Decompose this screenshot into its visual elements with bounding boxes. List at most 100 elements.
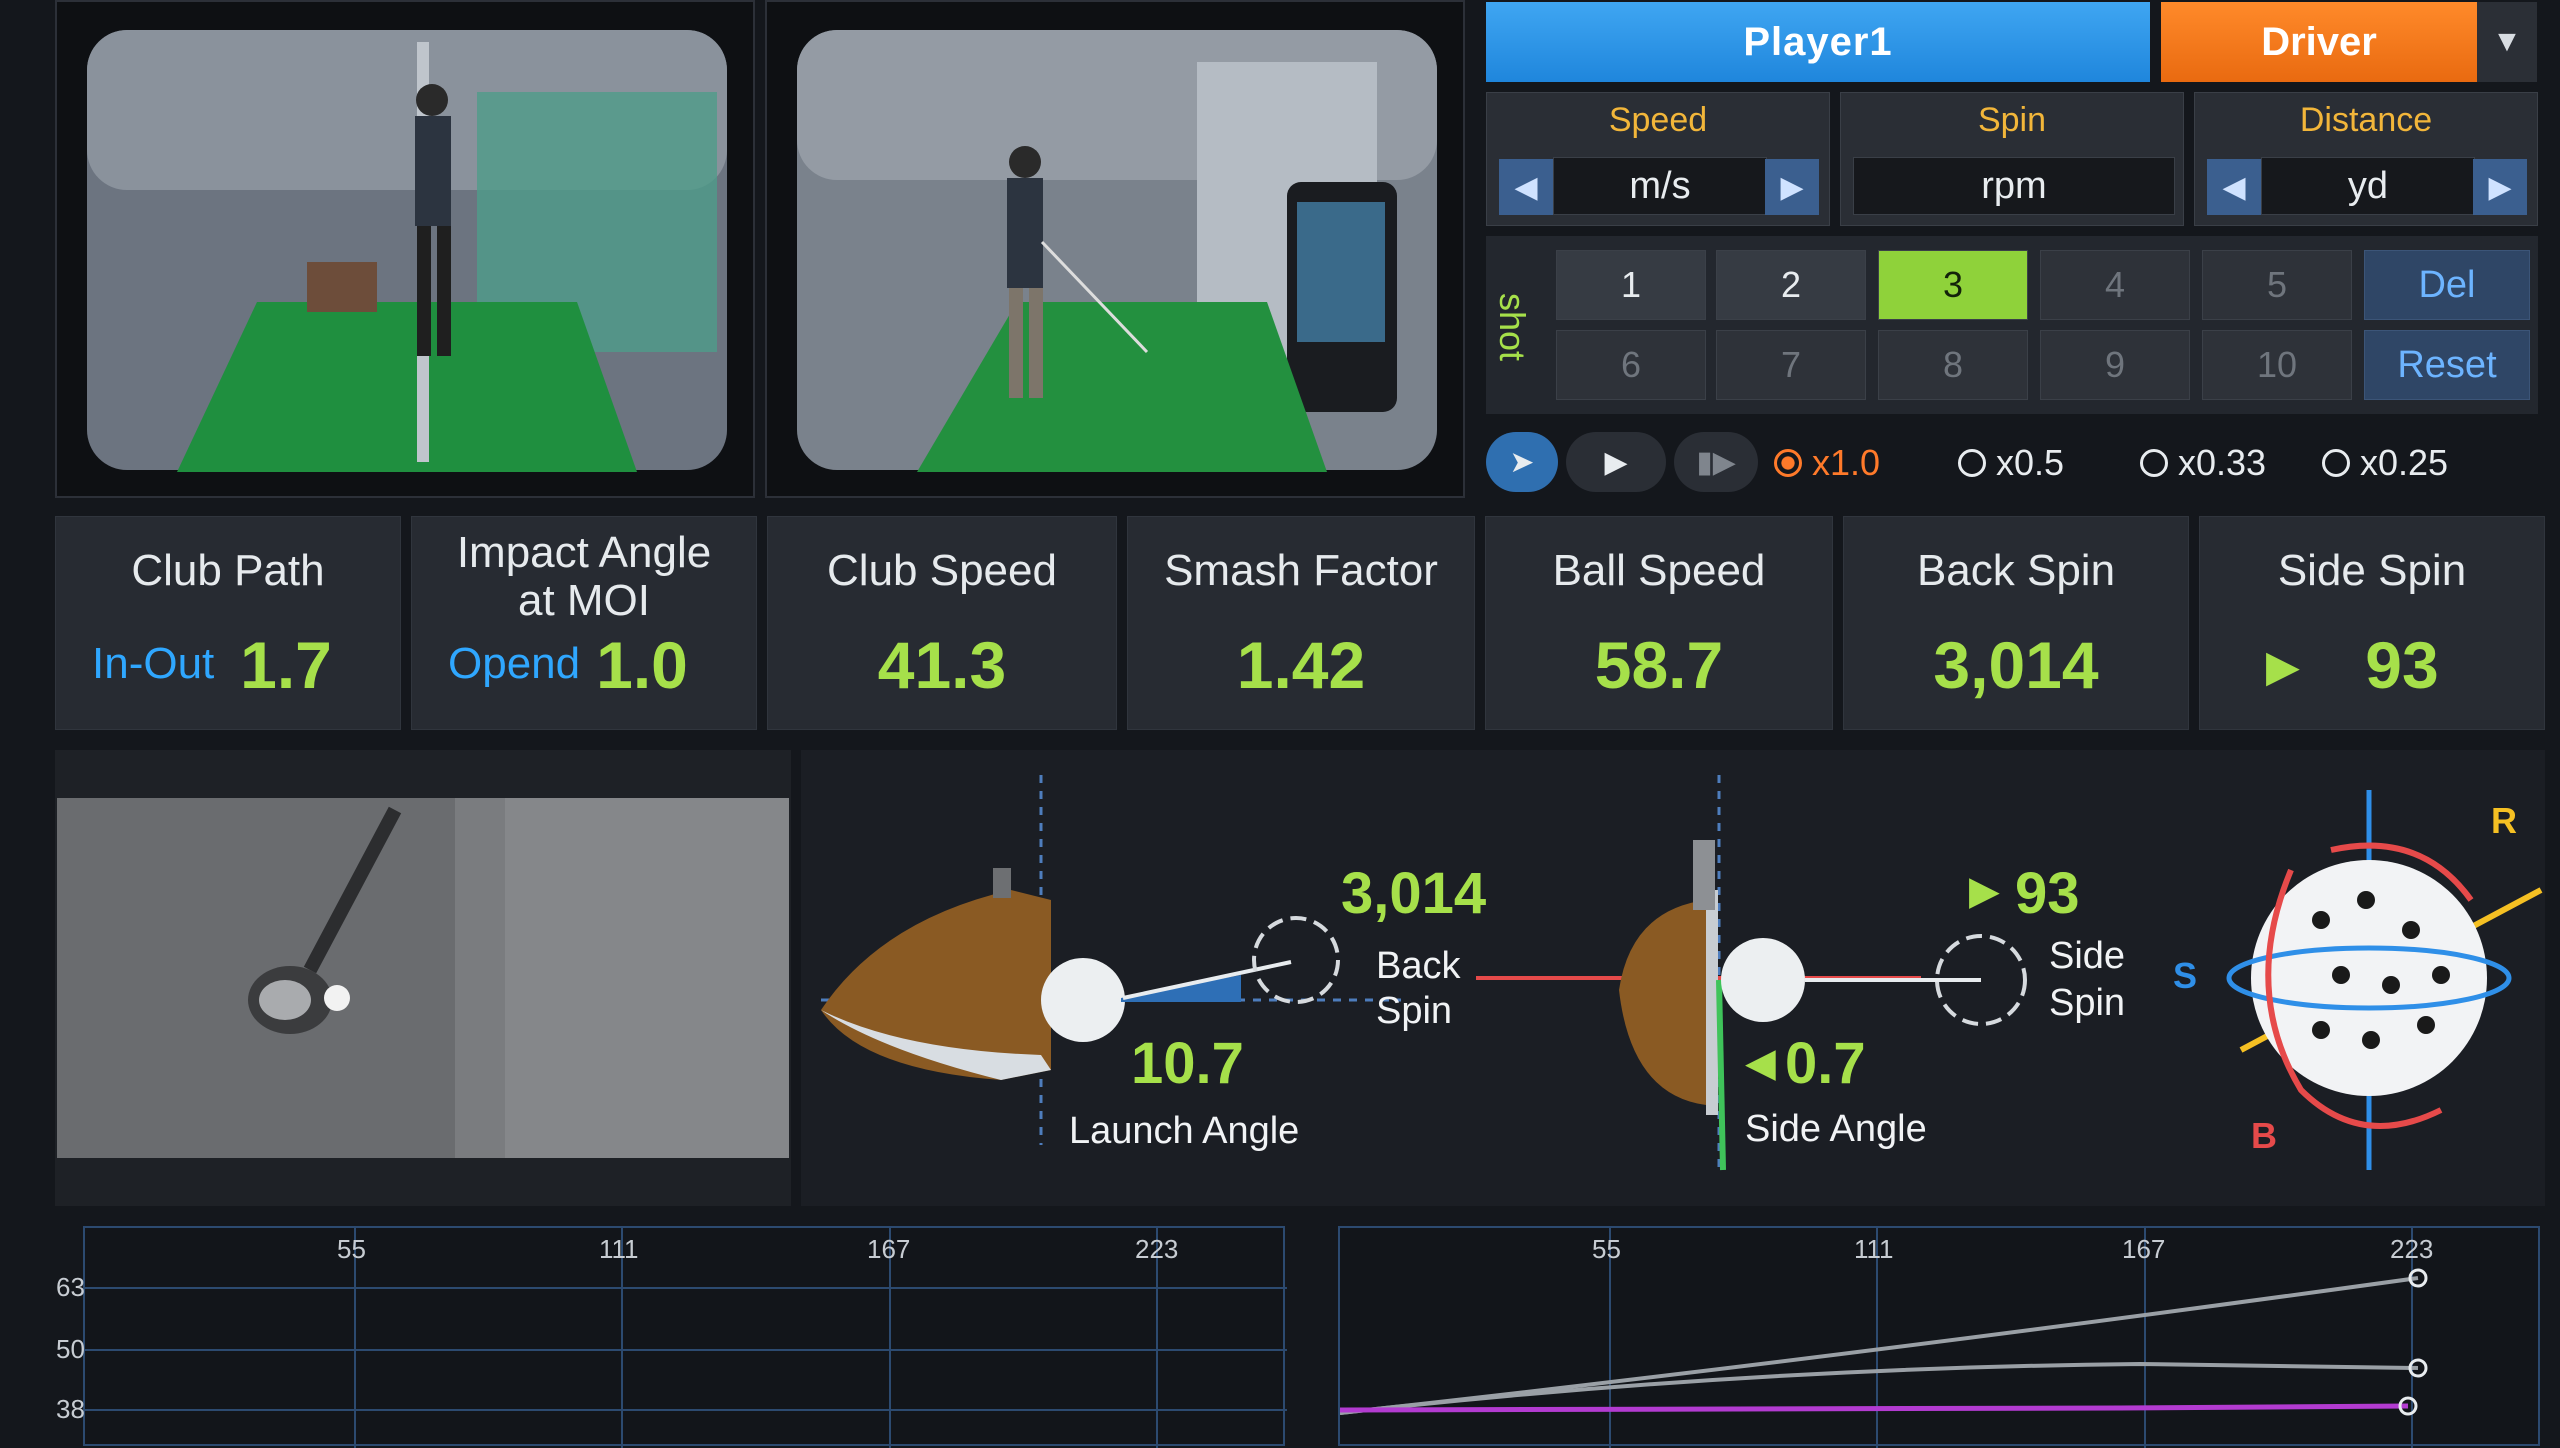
spin-axis-b-label: B (2251, 1115, 2277, 1156)
speed-option-4-label: x0.25 (2360, 442, 2449, 483)
speed-unit-title: Speed (1608, 101, 1708, 139)
speed-unit-prev-button[interactable]: ◀ (1499, 159, 1553, 215)
shot-button-10[interactable]: 10 (2202, 330, 2352, 400)
side-spin-label-line2: Spin (2049, 982, 2126, 1024)
cursor-icon: ➤ (1509, 445, 1535, 479)
metric-impact-angle: Impact Angle at MOI Opend 1.0 (411, 516, 757, 730)
metric-value: 93 (2365, 628, 2439, 702)
distance-unit-next-button[interactable]: ▶ (2473, 159, 2527, 215)
metric-side-spin: Side Spin ▶ 93 (2199, 516, 2545, 730)
camera-view-front (55, 0, 755, 498)
distance-unit-value: yd (2261, 157, 2475, 215)
play-button[interactable]: ▶ (1566, 432, 1666, 492)
metric-label: Side Spin (2277, 546, 2467, 595)
play-icon: ▶ (1604, 445, 1628, 479)
side-angle-arrow-icon: ◀ (1745, 1041, 1776, 1085)
side-angle-value: 0.7 (1785, 1031, 1866, 1096)
arrow-right-icon: ▶ (1780, 170, 1804, 204)
metric-label: Club Speed (827, 546, 1057, 595)
shot-label: shot (1492, 292, 1533, 362)
speed-option-3-label: x0.33 (2178, 442, 2267, 483)
shot-button-2[interactable]: 2 (1716, 250, 1866, 320)
metric-label: Smash Factor (1164, 546, 1438, 595)
metric-value: 3,014 (1933, 628, 2099, 702)
speed-unit-value: m/s (1553, 157, 1767, 215)
side-graph-grid (85, 1228, 1287, 1448)
spin-unit-value: rpm (1853, 157, 2175, 215)
shot-button-9[interactable]: 9 (2040, 330, 2190, 400)
camera-view-side (765, 0, 1465, 498)
shot-button-3[interactable]: 3 (1878, 250, 2028, 320)
shot-button-5[interactable]: 5 (2202, 250, 2352, 320)
speed-option-1-label: x1.0 (1812, 442, 1881, 483)
metric-club-speed: Club Speed 41.3 (767, 516, 1117, 730)
side-camera-image (767, 2, 1463, 496)
speed-option-4[interactable]: x0.25 (2322, 442, 2448, 484)
shot-selector: shot 1 2 3 4 5 Del 6 7 8 9 10 Reset (1486, 236, 2538, 414)
club-selector-button[interactable]: Driver (2161, 2, 2477, 82)
speed-option-2-label: x0.5 (1996, 442, 2065, 483)
trajectory-side-graph: 55 111 167 223 (83, 1226, 1287, 1448)
radio-icon (1958, 449, 1986, 477)
cursor-button[interactable]: ➤ (1486, 432, 1558, 492)
shot-button-4[interactable]: 4 (2040, 250, 2190, 320)
metric-label: Club Path (131, 546, 325, 595)
delete-shot-button[interactable]: Del (2364, 250, 2530, 320)
metric-value: 1.0 (596, 628, 688, 702)
metric-value: 1.42 (1236, 628, 1366, 702)
back-spin-label-line2: Spin (1376, 990, 1453, 1032)
step-forward-button[interactable]: ▮▶ (1674, 432, 1758, 492)
distance-unit-title: Distance (2299, 101, 2433, 139)
launch-angle-label: Launch Angle (1069, 1110, 1300, 1152)
side-spin-label-line1: Side (2049, 935, 2126, 977)
metric-label: Impact Angle (456, 528, 712, 577)
club-dropdown-button[interactable]: ▼ (2477, 2, 2537, 82)
x-tick-label: 111 (1854, 1234, 1894, 1264)
step-forward-icon: ▮▶ (1696, 445, 1736, 479)
metric-back-spin: Back Spin 3,014 (1843, 516, 2189, 730)
back-spin-value: 3,014 (1341, 861, 1487, 926)
front-camera-image (57, 2, 753, 496)
arrow-left-icon: ◀ (2222, 170, 2246, 204)
top-graph-lines (1340, 1228, 2428, 1448)
y-tick-label: 38 (56, 1394, 85, 1424)
shot-button-8[interactable]: 8 (1878, 330, 2028, 400)
impact-camera-image (57, 798, 789, 1158)
metric-label: Back Spin (1916, 546, 2116, 595)
radio-icon (2140, 449, 2168, 477)
side-spin-value: 93 (2015, 861, 2080, 926)
metric-smash-factor: Smash Factor 1.42 (1127, 516, 1475, 730)
radio-selected-icon (1774, 449, 1802, 477)
distance-unit-prev-button[interactable]: ◀ (2207, 159, 2261, 215)
launch-angle-value: 10.7 (1131, 1031, 1244, 1096)
spin-unit-title: Spin (1977, 101, 2047, 139)
side-angle-label: Side Angle (1745, 1108, 1927, 1150)
arrow-left-icon: ◀ (1514, 170, 1538, 204)
distance-unit-selector: Distance ◀ yd ▶ (2194, 92, 2538, 226)
back-spin-label-line1: Back (1376, 945, 1461, 987)
x-tick-label: 111 (599, 1234, 639, 1264)
shot-button-6[interactable]: 6 (1556, 330, 1706, 400)
speed-option-1[interactable]: x1.0 (1774, 442, 1880, 484)
metric-label: Ball Speed (1552, 546, 1766, 595)
impact-diagram-graphics (821, 775, 2543, 1171)
x-tick-label: 55 (337, 1234, 366, 1264)
spin-axis-r-label: R (2491, 800, 2517, 841)
player-selector-button[interactable]: Player1 (1486, 2, 2150, 82)
shot-button-1[interactable]: 1 (1556, 250, 1706, 320)
x-tick-label: 167 (2122, 1234, 2166, 1264)
y-tick-label: 63 (56, 1272, 85, 1302)
impact-diagram: 3,014 Back Spin 10.7 Launch Angle ▶ 93 S… (801, 750, 2545, 1206)
reset-shots-button[interactable]: Reset (2364, 330, 2530, 400)
speed-option-3[interactable]: x0.33 (2140, 442, 2266, 484)
speed-unit-next-button[interactable]: ▶ (1765, 159, 1819, 215)
metric-label-line2: at MOI (517, 576, 651, 625)
x-tick-label: 167 (867, 1234, 911, 1264)
spin-unit-selector: Spin rpm (1840, 92, 2184, 226)
spin-axis-s-label: S (2173, 955, 2198, 996)
shot-button-7[interactable]: 7 (1716, 330, 1866, 400)
speed-option-2[interactable]: x0.5 (1958, 442, 2064, 484)
y-tick-label: 50 (56, 1334, 85, 1364)
metric-club-path: Club Path In-Out 1.7 (55, 516, 401, 730)
speed-unit-selector: Speed ◀ m/s ▶ (1486, 92, 1830, 226)
